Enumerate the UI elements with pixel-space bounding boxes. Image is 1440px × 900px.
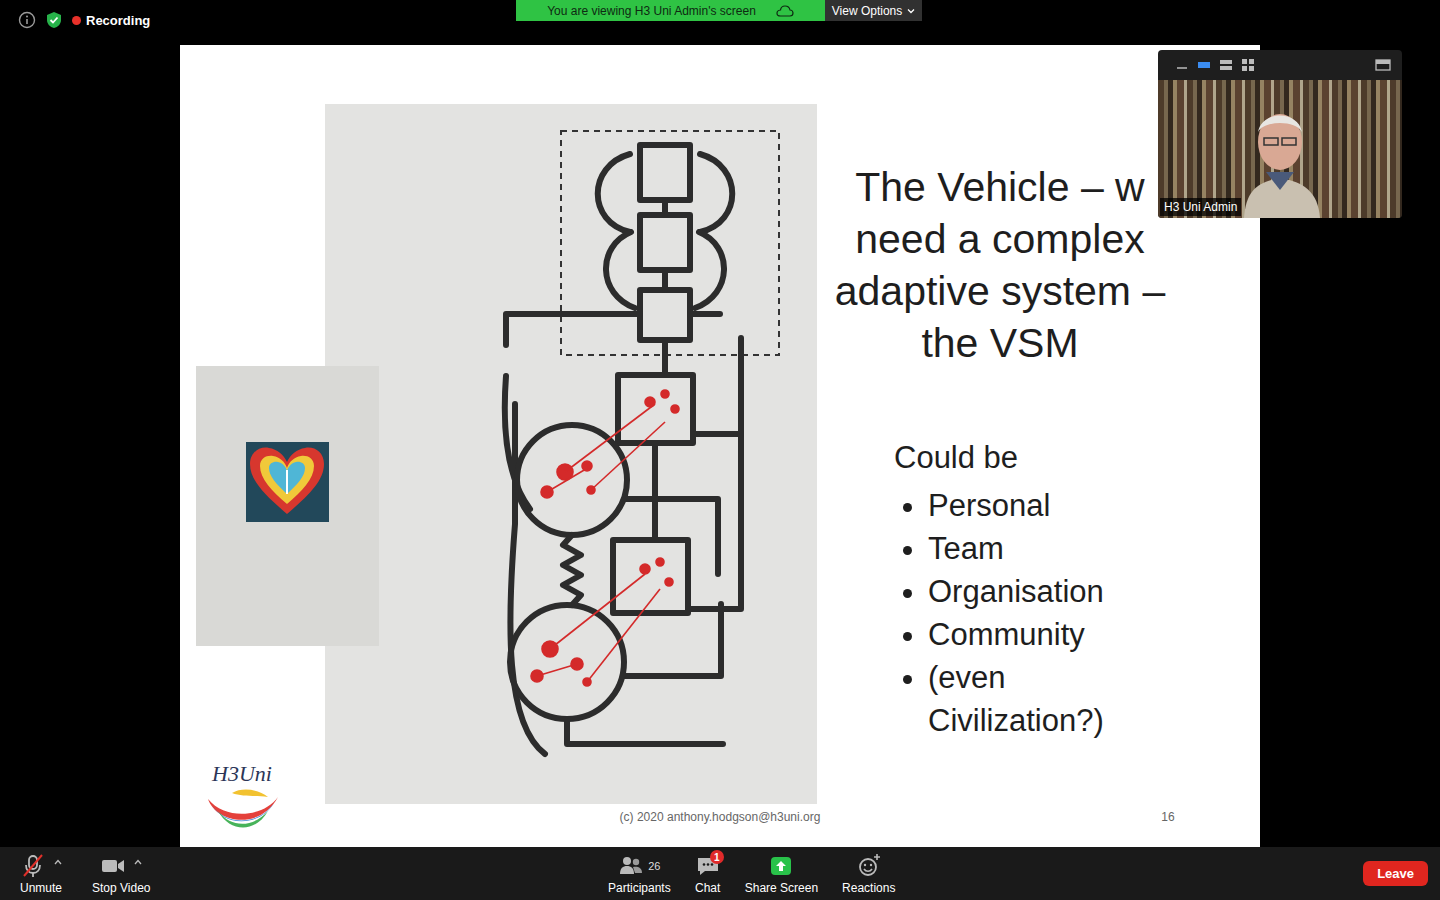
slide-number: 16 <box>1158 810 1178 824</box>
video-button[interactable]: Stop Video <box>84 847 159 895</box>
speaker-view-icon[interactable] <box>1196 57 1212 73</box>
bullet-item: Community <box>928 613 1178 656</box>
button-label: Stop Video <box>92 881 151 895</box>
icon-row <box>20 853 62 879</box>
book-cover-photo <box>196 366 379 646</box>
leave-button[interactable]: Leave <box>1363 861 1428 886</box>
viewing-notice: You are viewing H3 Uni Admin's screen <box>516 0 825 21</box>
shield-icon[interactable] <box>46 11 62 29</box>
recording-label: Recording <box>86 13 150 28</box>
strip-view-icon[interactable] <box>1218 57 1234 73</box>
icon-row <box>856 853 882 879</box>
share-icon <box>768 853 794 879</box>
gallery-view-icon[interactable] <box>1240 57 1256 73</box>
caret-up-icon[interactable] <box>134 859 142 865</box>
title-line: adaptive system – <box>780 265 1220 317</box>
icon-row: 26 <box>618 853 660 879</box>
meeting-toolbar: Unmute Stop Video 26 Participants 1 Chat Share… <box>0 847 1440 900</box>
info-icon[interactable] <box>18 11 36 29</box>
icon-row <box>100 853 142 879</box>
recording-dot <box>72 16 81 25</box>
slide: H3Uni The Vehicle – wneed a complexadapti… <box>180 45 1260 847</box>
title-line: need a complex <box>780 213 1220 265</box>
audio-video-controls: Unmute Stop Video <box>0 847 600 895</box>
h3uni-logo: H3Uni <box>200 761 284 835</box>
bullet-item: Organisation <box>928 570 1178 613</box>
video-thumbnail[interactable]: H3 Uni Admin <box>1158 50 1402 218</box>
button-label: Participants <box>608 881 671 895</box>
exit-fullscreen-icon[interactable] <box>1374 57 1392 73</box>
bullet-item: Personal <box>928 484 1178 527</box>
logo-text: H3Uni <box>212 761 272 787</box>
viewing-banner: You are viewing H3 Uni Admin's screen Vie… <box>516 0 922 21</box>
participant-name: H3 Uni Admin <box>1160 198 1241 216</box>
cloud-icon <box>776 5 794 17</box>
icon-row <box>768 853 794 879</box>
slide-footer: (c) 2020 anthony.hodgson@h3uni.org <box>520 810 920 824</box>
chat-badge: 1 <box>710 850 724 864</box>
top-bar: Recording You are viewing H3 Uni Admin's … <box>0 0 1440 45</box>
reactions-icon <box>856 853 882 879</box>
video-feed: H3 Uni Admin <box>1158 80 1402 218</box>
reactions-button[interactable]: Reactions <box>834 847 903 895</box>
participants-icon <box>618 853 644 879</box>
view-options-label: View Options <box>832 4 902 18</box>
minimize-icon[interactable] <box>1174 57 1190 73</box>
chat-button[interactable]: 1 Chat <box>687 847 729 895</box>
participant-count: 26 <box>648 860 660 872</box>
button-label: Reactions <box>842 881 895 895</box>
video-icon <box>100 853 126 879</box>
recording-indicator: Recording <box>72 13 150 28</box>
viewing-text: You are viewing H3 Uni Admin's screen <box>547 4 756 18</box>
bullet-item: Team <box>928 527 1178 570</box>
meeting-info: Recording <box>0 0 150 29</box>
meeting-controls: 26 Participants 1 Chat Share Screen Reactions <box>600 847 903 895</box>
mic-icon <box>20 853 46 879</box>
title-line: the VSM <box>780 317 1220 369</box>
vsm-sketch-photo <box>325 104 817 804</box>
list-heading: Could be <box>894 440 1178 476</box>
view-options-button[interactable]: View Options <box>825 0 922 21</box>
participants-button[interactable]: 26 Participants <box>600 847 679 895</box>
bullet-item: (even Civilization?) <box>928 656 1178 742</box>
thumbnail-controls <box>1158 50 1402 80</box>
chevron-down-icon <box>907 8 915 14</box>
button-label: Chat <box>695 881 720 895</box>
bullet-list: PersonalTeamOrganisationCommunity(even C… <box>894 484 1178 742</box>
logo-swoosh-icon <box>202 787 282 835</box>
slide-title: The Vehicle – wneed a complexadaptive sy… <box>780 161 1220 369</box>
share-button[interactable]: Share Screen <box>737 847 826 895</box>
button-label: Unmute <box>20 881 62 895</box>
title-line: The Vehicle – w <box>780 161 1220 213</box>
caret-up-icon[interactable] <box>54 859 62 865</box>
mic-button[interactable]: Unmute <box>12 847 70 895</box>
button-label: Share Screen <box>745 881 818 895</box>
slide-list: Could be PersonalTeamOrganisationCommunit… <box>894 440 1178 742</box>
